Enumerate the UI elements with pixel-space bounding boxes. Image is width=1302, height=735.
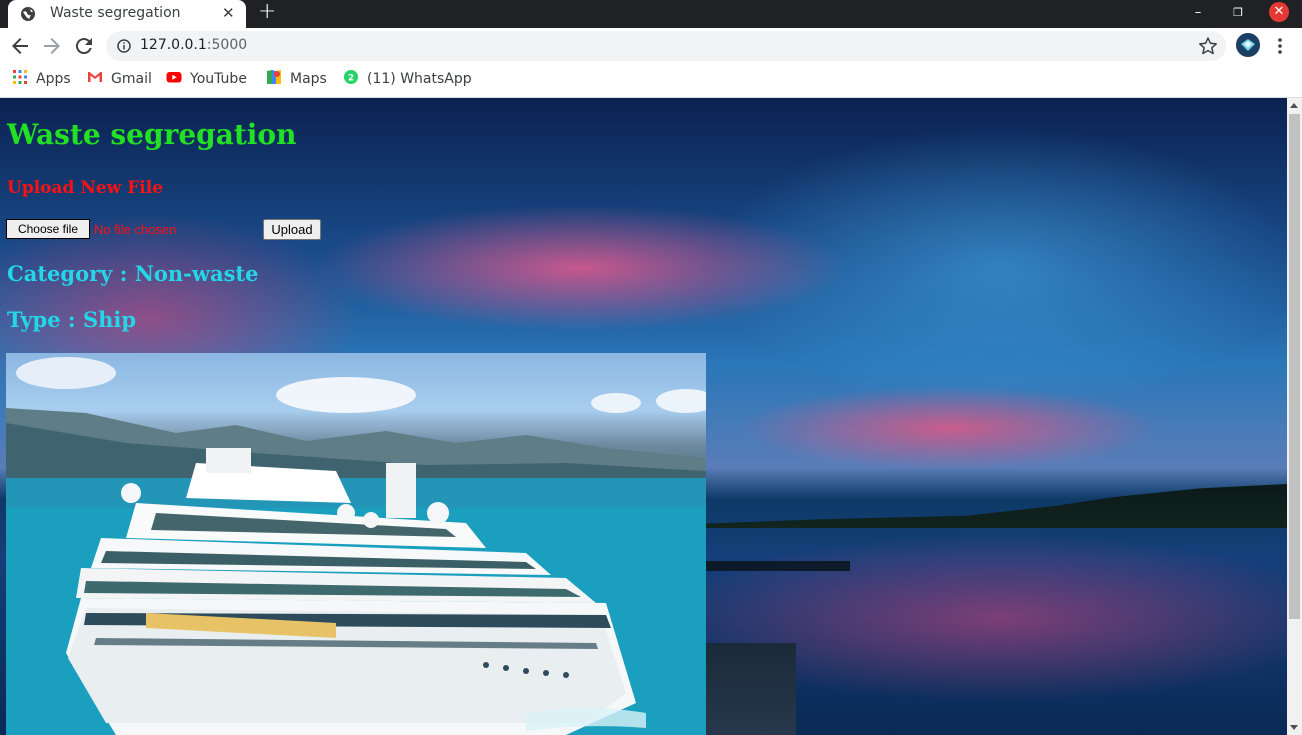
url-text: 127.0.0.1:5000 — [140, 37, 247, 53]
bookmark-star-icon[interactable] — [1198, 36, 1218, 56]
file-status-text: No file chosen — [94, 222, 177, 237]
back-arrow-icon[interactable] — [8, 34, 32, 58]
ship-illustration — [6, 357, 706, 735]
url-host: 127.0.0.1 — [140, 37, 207, 53]
info-icon[interactable] — [117, 39, 131, 53]
browser-toolbar: 127.0.0.1:5000 — [0, 28, 1302, 64]
page-title: Waste segregation — [7, 118, 297, 151]
bookmark-maps[interactable]: Maps — [266, 70, 327, 90]
bookmark-label: (11) WhatsApp — [367, 71, 472, 87]
bookmark-label: Apps — [36, 71, 71, 87]
address-bar[interactable]: 127.0.0.1:5000 — [106, 31, 1226, 61]
background-treeline — [706, 484, 1287, 528]
browser-tab-strip: Waste segregation ✕ + – ❐ ✕ — [0, 0, 1302, 28]
whatsapp-icon: 2 — [344, 70, 358, 84]
bookmark-youtube[interactable]: YouTube — [166, 70, 247, 90]
background-dock — [706, 561, 850, 571]
gmail-icon — [88, 72, 102, 82]
minimize-icon[interactable]: – — [1178, 0, 1218, 28]
upload-heading: Upload New File — [7, 178, 164, 198]
bookmarks-bar: Apps Gmail YouTube Maps 2 (11) WhatsApp — [0, 64, 1302, 98]
bookmark-whatsapp[interactable]: 2 (11) WhatsApp — [343, 70, 472, 90]
vertical-scrollbar[interactable] — [1287, 98, 1302, 735]
profile-avatar-icon[interactable] — [1236, 33, 1260, 57]
scroll-up-arrow-icon[interactable] — [1290, 103, 1298, 108]
bookmark-label: Gmail — [111, 71, 152, 87]
svg-text:2: 2 — [348, 74, 354, 84]
uploaded-ship-image — [6, 353, 706, 735]
kebab-menu-icon[interactable] — [1272, 34, 1288, 58]
background-pier — [706, 643, 796, 735]
type-result: Type : Ship — [7, 307, 137, 332]
url-port: :5000 — [206, 37, 248, 53]
category-result: Category : Non-waste — [7, 261, 259, 286]
bookmark-label: Maps — [290, 71, 327, 87]
bookmark-label: YouTube — [190, 71, 247, 87]
window-close-icon[interactable]: ✕ — [1269, 2, 1289, 22]
tab-close-icon[interactable]: ✕ — [222, 4, 235, 22]
scroll-down-arrow-icon[interactable] — [1290, 725, 1298, 730]
maps-icon — [267, 70, 281, 84]
upload-button[interactable]: Upload — [263, 219, 321, 240]
choose-file-button[interactable]: Choose file — [6, 219, 90, 239]
youtube-icon — [166, 72, 182, 83]
reload-icon[interactable] — [72, 34, 96, 58]
restore-icon[interactable]: ❐ — [1218, 0, 1258, 28]
browser-tab[interactable]: Waste segregation ✕ — [8, 0, 246, 28]
bookmark-apps[interactable]: Apps — [12, 70, 71, 90]
tab-title: Waste segregation — [50, 5, 181, 21]
profile-avatar-graphic — [1236, 33, 1260, 57]
globe-icon — [21, 7, 35, 21]
apps-grid-icon — [13, 70, 27, 84]
page-background: Waste segregation Upload New File Choose… — [0, 98, 1287, 735]
bookmark-gmail[interactable]: Gmail — [87, 70, 152, 90]
scrollbar-thumb[interactable] — [1289, 114, 1300, 619]
forward-arrow-icon[interactable] — [40, 34, 64, 58]
new-tab-icon[interactable]: + — [258, 1, 276, 23]
